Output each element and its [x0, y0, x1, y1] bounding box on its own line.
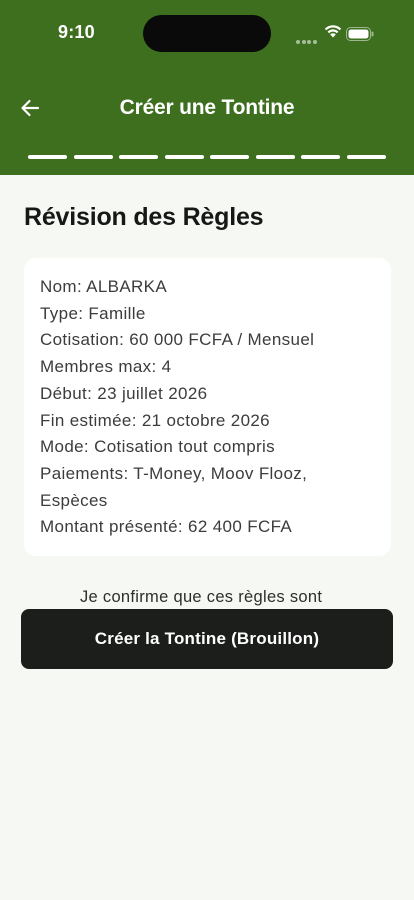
status-bar: 9:10	[0, 0, 414, 66]
rule-type: Type: Famille	[40, 303, 146, 323]
rules-summary-card: Nom: ALBARKA Type: Famille Cotisation: 6…	[24, 258, 391, 556]
rule-max-members: Membres max: 4	[40, 357, 172, 377]
rule-amount-presented: Montant présenté: 62 400 FCFA	[40, 517, 293, 537]
page-title: Créer une Tontine	[119, 96, 295, 119]
rule-estimated-end: Fin estimée: 21 octobre 2026	[40, 410, 270, 430]
step-indicator	[164, 155, 204, 159]
step-indicator	[301, 155, 341, 159]
rule-name: Nom: ALBARKA	[40, 277, 168, 296]
create-tontine-button[interactable]: Créer la Tontine (Brouillon)	[21, 609, 393, 669]
cellular-signal-icon	[296, 31, 318, 49]
rule-start-date: Début: 23 juillet 2026	[40, 383, 208, 403]
battery-icon	[346, 27, 374, 41]
step-indicator	[255, 155, 295, 159]
step-indicator	[210, 155, 250, 159]
status-icons	[296, 24, 380, 44]
step-indicator	[28, 155, 67, 159]
rule-mode: Mode: Cotisation tout compris	[40, 437, 276, 457]
status-time: 9:10	[58, 22, 95, 42]
step-indicator	[119, 155, 159, 159]
section-title: Révision des Règles	[24, 203, 264, 231]
rule-contribution: Cotisation: 60 000 FCFA / Mensuel	[40, 330, 315, 350]
app-header: 9:10 Créer une Tontine	[0, 0, 414, 175]
rule-payments: Paiements: T-Money, Moov Flooz,	[40, 463, 308, 483]
step-indicator	[346, 155, 386, 159]
step-progress	[28, 155, 386, 159]
wifi-icon	[324, 25, 342, 38]
nav-bar: Créer une Tontine	[0, 86, 414, 134]
rule-payments-continued: Espèces	[40, 490, 108, 510]
dynamic-island	[143, 15, 271, 52]
step-indicator	[73, 155, 113, 159]
